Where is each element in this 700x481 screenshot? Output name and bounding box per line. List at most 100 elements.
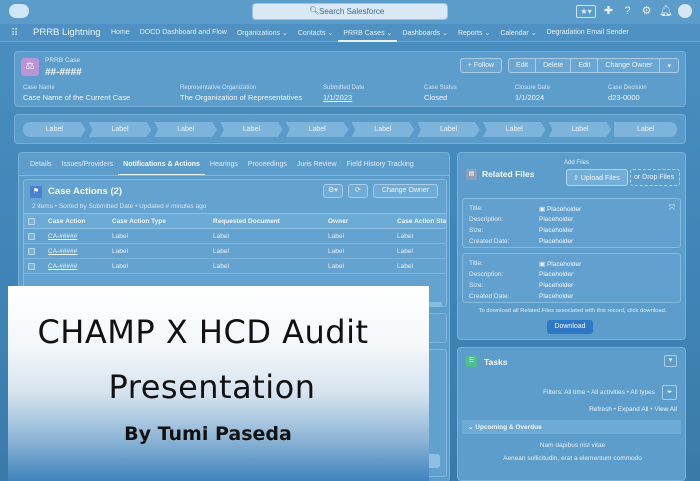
- column-header-requested-document[interactable]: Requested Document: [209, 214, 324, 228]
- path-step[interactable]: Label: [548, 122, 612, 137]
- favorites-star-icon[interactable]: ★▾: [576, 4, 596, 18]
- field-label: Case Decision: [608, 85, 647, 91]
- presentation-title-line-1: CHAMP X HCD Audit: [37, 313, 369, 351]
- list-settings-gear-icon[interactable]: ⚙▾: [322, 184, 343, 198]
- tasks-menu-chevron-down-icon[interactable]: ▾: [664, 355, 677, 367]
- field-value: 1/1/2024: [515, 93, 545, 102]
- chevron-down-icon: ⌄: [468, 424, 474, 431]
- column-header-case-action-type[interactable]: Case Action Type: [108, 214, 209, 228]
- screenshot-stage: 🔍︎ Search Salesforce ★▾ ✚ ? ⚙ 🔔︎ ⠿ PRRB …: [0, 0, 700, 481]
- filter-icon[interactable]: ⏷: [662, 385, 677, 400]
- tab-proceedings[interactable]: Proceedings: [243, 159, 292, 176]
- drop-files-zone[interactable]: or Drop Files: [630, 169, 680, 186]
- follow-button[interactable]: + Follow: [459, 58, 503, 73]
- upload-files-button[interactable]: ⇪ Upload Files: [566, 169, 628, 186]
- cell-owner: Label: [328, 233, 344, 240]
- path-step[interactable]: Label: [220, 122, 283, 137]
- cell-type: Label: [112, 248, 128, 255]
- tab-notifications-actions[interactable]: Notifications & Actions: [118, 159, 205, 176]
- column-header-owner[interactable]: Owner: [324, 214, 393, 228]
- nav-item-prrb-cases[interactable]: PRRB Cases ⌄: [338, 29, 398, 42]
- checkbox-icon: [28, 263, 35, 270]
- case-action-id[interactable]: CA-#####: [48, 233, 77, 240]
- row-checkbox[interactable]: [24, 259, 44, 273]
- cell-type: Label: [112, 263, 128, 270]
- case-action-link[interactable]: CA-#####: [44, 244, 108, 258]
- row-checkbox[interactable]: [24, 244, 44, 258]
- field-value-link[interactable]: 1/1/2023: [323, 93, 364, 102]
- nav-item-label: Contacts: [297, 30, 326, 37]
- path-step[interactable]: Label: [23, 122, 86, 137]
- delete-button[interactable]: Delete: [535, 58, 572, 73]
- upload-label: Upload Files: [580, 175, 620, 182]
- change-owner-list-button[interactable]: Change Owner: [372, 184, 438, 198]
- tab-juris-review[interactable]: Juris Review: [292, 159, 342, 176]
- case-action-link[interactable]: CA-#####: [44, 259, 108, 273]
- cell-type: Label: [112, 233, 128, 240]
- help-icon[interactable]: ?: [621, 5, 634, 18]
- tasks-links[interactable]: Refresh • Expand All • View All: [589, 406, 677, 413]
- nav-item-reports[interactable]: Reports ⌄: [453, 29, 495, 42]
- path-step[interactable]: Label: [154, 122, 218, 137]
- nav-item-label: Reports: [457, 30, 483, 37]
- tab-bar: Details Issues/Providers Notifications &…: [25, 159, 419, 176]
- field-value[interactable]: d23-0000: [608, 93, 647, 102]
- nav-item-organizations[interactable]: Organizations ⌄: [232, 29, 293, 42]
- column-header-case-action-status[interactable]: Case Action Sta: [393, 214, 446, 228]
- path-step[interactable]: Label: [351, 122, 415, 137]
- path-step[interactable]: Label: [417, 122, 480, 137]
- file-size-label: Size:: [469, 227, 484, 234]
- case-action-link[interactable]: CA-#####: [44, 229, 108, 243]
- nav-item-docd-dashboard[interactable]: DOCD Dashboard and Flow: [135, 29, 232, 42]
- global-search-input[interactable]: 🔍︎ Search Salesforce: [252, 3, 448, 20]
- file-created-value: Placeholder: [539, 238, 574, 245]
- tab-field-history-tracking[interactable]: Field History Tracking: [342, 159, 419, 176]
- case-action-id[interactable]: CA-#####: [48, 248, 77, 255]
- chevron-down-icon: ⌄: [442, 30, 448, 37]
- field-closure-date: Closure Date 1/1/2024: [515, 85, 550, 102]
- refresh-icon[interactable]: ⟳: [347, 184, 368, 198]
- nav-item-degradation-email-sender[interactable]: Degradation Email Sender: [542, 29, 634, 42]
- case-actions-title[interactable]: Case Actions (2): [48, 186, 122, 197]
- more-actions-button[interactable]: ▾: [659, 58, 679, 73]
- field-label: Submitted Date: [323, 85, 365, 91]
- column-header-case-action[interactable]: Case Action: [44, 214, 108, 228]
- gear-icon[interactable]: ⚙: [640, 5, 653, 18]
- field-label: Representative Organization: [180, 85, 257, 91]
- expand-icon[interactable]: ⤧: [669, 203, 675, 213]
- add-icon[interactable]: ✚: [602, 5, 615, 18]
- file-size-value: Placeholder: [539, 282, 574, 289]
- nav-item-dashboards[interactable]: Dashboards ⌄: [397, 29, 453, 42]
- cell-document: Label: [213, 263, 229, 270]
- presentation-author: By Tumi Paseda: [124, 423, 292, 445]
- tab-hearings[interactable]: Hearings: [205, 159, 243, 176]
- app-navigation: ⠿ PRRB Lightning Home DOCD Dashboard and…: [0, 24, 700, 42]
- nav-item-label: Calendar: [500, 30, 529, 37]
- bell-icon[interactable]: 🔔︎: [659, 5, 673, 18]
- path-step[interactable]: Label: [614, 122, 678, 137]
- case-action-id[interactable]: CA-#####: [48, 263, 77, 270]
- upcoming-overdue-section[interactable]: ⌄ Upcoming & Overdue: [462, 420, 681, 434]
- row-checkbox[interactable]: [24, 229, 44, 243]
- path-step[interactable]: Label: [482, 122, 546, 137]
- change-owner-button[interactable]: Change Owner: [597, 58, 661, 73]
- select-all-checkbox[interactable]: [24, 214, 44, 228]
- tab-issues-providers[interactable]: Issues/Providers: [56, 159, 118, 176]
- path-step[interactable]: Label: [285, 122, 349, 137]
- upload-icon: ⇪: [573, 175, 579, 182]
- file-title-value[interactable]: ▣ Placeholder: [539, 260, 581, 268]
- tab-details[interactable]: Details: [25, 159, 56, 176]
- nav-item-calendar[interactable]: Calendar ⌄: [495, 29, 541, 42]
- edit-button[interactable]: Edit: [508, 58, 537, 73]
- edit-secondary-button[interactable]: Edit: [570, 58, 599, 73]
- avatar[interactable]: [678, 4, 692, 18]
- file-title-value[interactable]: ▣ Placeholder: [539, 205, 581, 213]
- path-step[interactable]: Label: [88, 122, 152, 137]
- nav-item-contacts[interactable]: Contacts ⌄: [293, 29, 338, 42]
- app-launcher-icon[interactable]: ⠿: [11, 28, 18, 39]
- checkbox-icon: [28, 218, 35, 225]
- nav-item-home[interactable]: Home: [106, 29, 135, 42]
- download-button[interactable]: Download: [547, 320, 593, 334]
- related-files-card: ▤ Related Files Add Files ⇪ Upload Files…: [457, 152, 686, 340]
- search-placeholder: Search Salesforce: [319, 7, 385, 16]
